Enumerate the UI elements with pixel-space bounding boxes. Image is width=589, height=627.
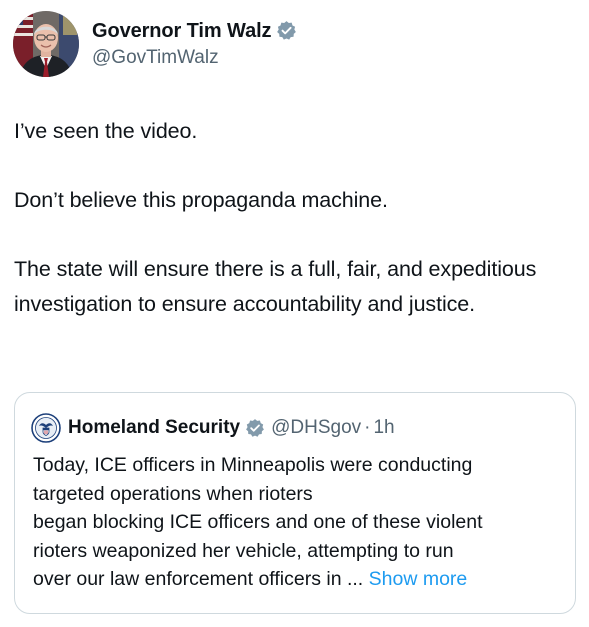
quoted-text-line: Today, ICE officers in Minneapolis were …	[33, 454, 473, 476]
quoted-text-line: targeted operations when rioters	[33, 482, 313, 505]
quoted-text-line-last: over our law enforcement officers in ...…	[33, 565, 563, 594]
verified-badge-icon	[276, 20, 297, 41]
show-more-link[interactable]: Show more	[369, 568, 468, 590]
author-handle[interactable]: @GovTimWalz	[92, 45, 297, 71]
author-names: Governor Tim Walz @GovTimWalz	[92, 18, 297, 71]
quoted-timestamp[interactable]: 1h	[373, 417, 394, 439]
dhs-seal-icon[interactable]	[31, 413, 61, 443]
quoted-text-line: began blocking ICE officers and one of t…	[33, 511, 483, 533]
tweet-paragraph: The state will ensure there is a full, f…	[14, 257, 537, 316]
verified-badge-icon	[245, 418, 265, 438]
quoted-tweet-card[interactable]: Homeland Security @DHSgov · 1h Today, IC…	[14, 392, 576, 614]
tweet-text: I’ve seen the video. Don’t believe this …	[14, 114, 574, 322]
quoted-display-name[interactable]: Homeland Security	[68, 417, 240, 439]
tweet-author: Governor Tim Walz @GovTimWalz	[13, 11, 297, 77]
quoted-handle[interactable]: @DHSgov	[271, 417, 361, 439]
author-display-name[interactable]: Governor Tim Walz	[92, 18, 272, 44]
tweet-paragraph: I’ve seen the video.	[14, 119, 198, 143]
quoted-tweet-text: Today, ICE officers in Minneapolis were …	[33, 451, 563, 594]
tweet: Governor Tim Walz @GovTimWalz I’ve seen …	[0, 0, 589, 627]
separator-dot: ·	[364, 417, 371, 438]
quoted-text-line: rioters weaponized her vehicle, attempti…	[33, 539, 454, 562]
author-name-row: Governor Tim Walz	[92, 18, 297, 44]
quoted-tweet-header: Homeland Security @DHSgov · 1h	[31, 413, 395, 443]
quoted-text-truncated: over our law enforcement officers in ...	[33, 568, 364, 590]
tweet-paragraph: Don’t believe this propaganda machine.	[14, 188, 388, 212]
avatar[interactable]	[13, 11, 79, 77]
